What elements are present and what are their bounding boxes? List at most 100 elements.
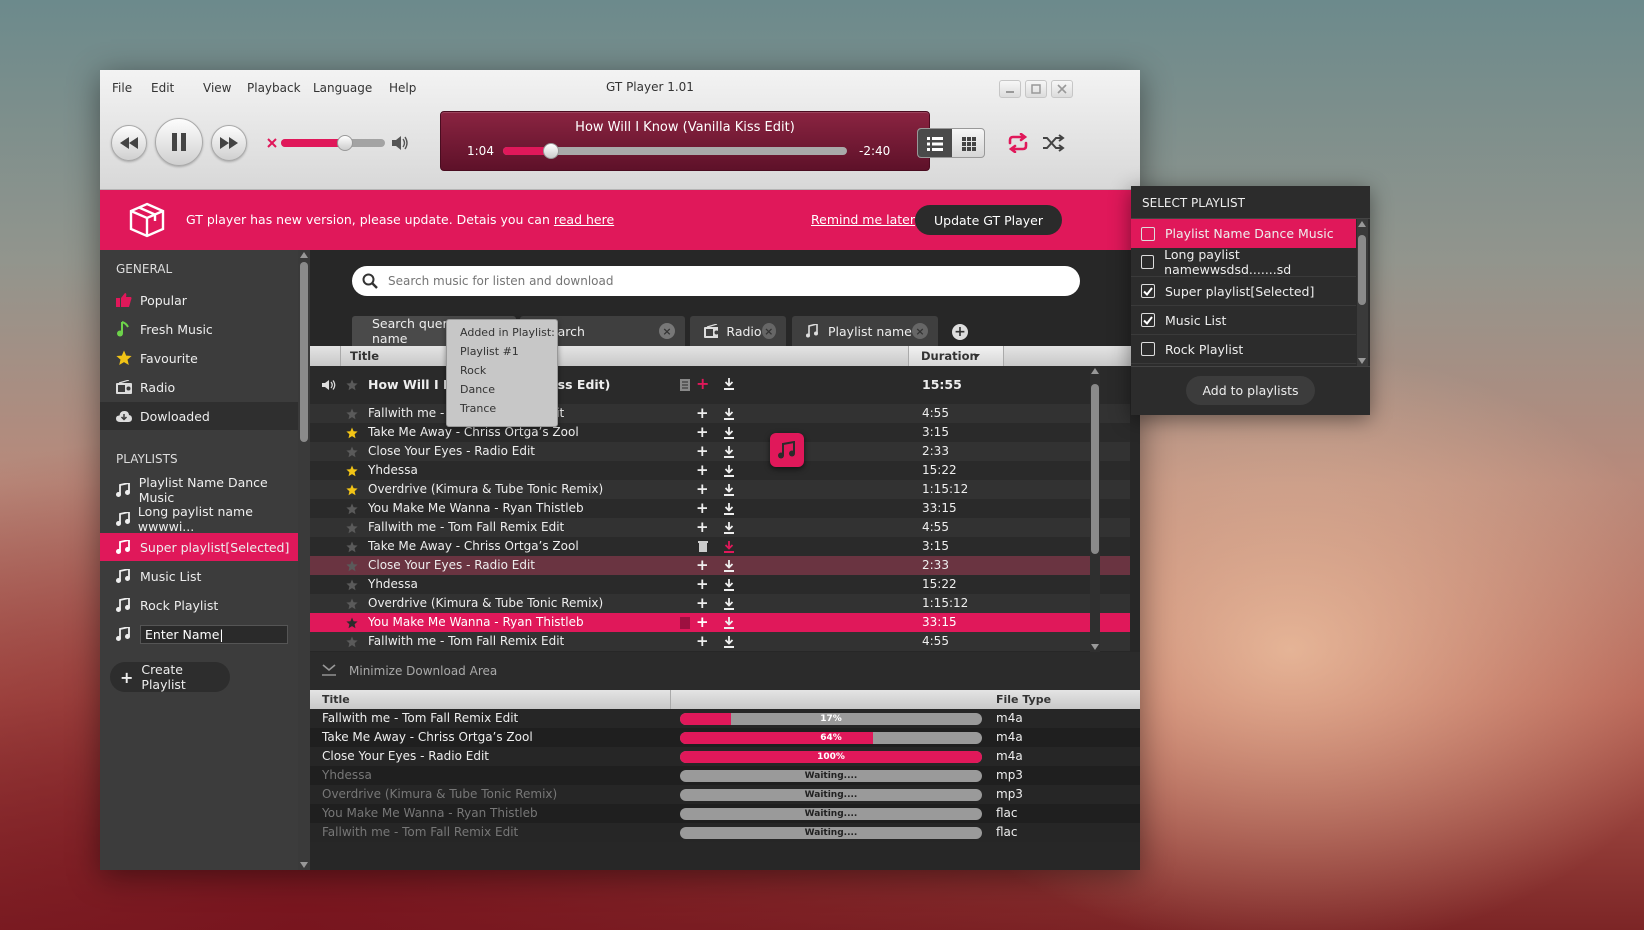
scroll-up-icon[interactable] [300,252,308,258]
add-to-playlists-button[interactable]: Add to playlists [1186,376,1315,405]
download-icon[interactable] [724,541,734,553]
add-to-playlist-button[interactable]: + [696,461,709,480]
sidebar-item-popular[interactable]: Popular [100,286,298,314]
volume-handle[interactable] [337,135,354,151]
add-to-playlist-button[interactable]: + [696,556,709,575]
scroll-down-icon[interactable] [300,862,308,868]
table-row[interactable]: Yhdessa +15:22 [310,575,1130,594]
shuffle-icon[interactable] [1042,133,1066,153]
minimize-window-button[interactable] [999,80,1021,98]
download-icon[interactable] [724,598,734,610]
star-icon[interactable] [346,617,358,629]
select-playlist-item[interactable]: Rock Playlist [1131,335,1356,364]
popup-item[interactable]: Dance [460,383,495,396]
repeat-icon[interactable] [1006,133,1030,153]
sidebar-item-downloaded[interactable]: Dowloaded [100,402,298,430]
menu-edit[interactable]: Edit [151,81,174,95]
table-row[interactable]: You Make Me Wanna - Ryan Thistleb +33:15 [310,613,1130,632]
checkbox[interactable] [1141,255,1155,269]
select-playlist-item[interactable]: Long paylist namewwsdsd.......sd [1131,247,1356,277]
download-icon[interactable] [724,560,734,572]
select-playlist-item[interactable]: Super playlist[Selected] [1131,277,1356,306]
trash-icon[interactable] [698,540,708,552]
add-to-playlist-button[interactable]: + [696,374,709,393]
star-icon[interactable] [346,636,358,648]
scroll-up-icon[interactable] [1091,368,1099,374]
seek-bar[interactable] [503,143,847,159]
download-icon[interactable] [724,427,734,439]
tab-radio[interactable]: Radio × [690,316,786,346]
tab-playlist[interactable]: Playlist name × [792,316,938,346]
column-title[interactable]: Title [350,349,379,363]
close-tab-icon[interactable]: × [659,323,675,339]
add-to-playlist-button[interactable]: + [696,575,709,594]
star-icon[interactable] [346,522,358,534]
add-tab-button[interactable]: + [952,324,968,340]
add-to-playlist-button[interactable]: + [696,404,709,423]
current-track-row[interactable]: How Will I Know (Vanilla Kiss Edit) + 15… [310,366,1130,404]
pause-button[interactable] [155,118,203,166]
sidebar-scrollbar[interactable] [298,250,310,870]
list-icon[interactable] [680,617,690,629]
star-icon[interactable] [346,484,358,496]
download-row[interactable]: Close Your Eyes - Radio Edit 100% m4a [310,747,1140,766]
add-to-playlist-button[interactable]: + [696,480,709,499]
track-list-scroll-thumb[interactable] [1091,384,1099,554]
add-to-playlist-button[interactable]: + [696,423,709,442]
sidebar-item-fresh-music[interactable]: Fresh Music [100,315,298,343]
scroll-up-icon[interactable] [1358,221,1366,227]
checkbox[interactable] [1141,226,1155,241]
sidebar-scroll-thumb[interactable] [300,262,308,442]
table-row[interactable]: Take Me Away - Chriss Ortga’s Zool +3:15 [310,423,1130,442]
checkbox[interactable] [1141,342,1155,356]
close-tab-icon[interactable]: × [761,323,776,339]
star-icon[interactable] [346,579,358,591]
table-row[interactable]: Overdrive (Kimura & Tube Tonic Remix) +1:… [310,594,1130,613]
star-icon[interactable] [346,446,358,458]
add-to-playlist-button[interactable]: + [696,442,709,461]
select-playlist-scrollbar[interactable] [1357,219,1368,366]
download-icon[interactable] [724,408,734,420]
seek-handle[interactable] [543,143,560,159]
sidebar-playlist-item[interactable]: Music List [100,562,298,590]
menu-help[interactable]: Help [389,81,416,95]
checkbox-checked[interactable] [1141,313,1155,327]
menu-language[interactable]: Language [313,81,372,95]
mute-icon[interactable] [267,138,277,148]
download-row[interactable]: Overdrive (Kimura & Tube Tonic Remix) Wai… [310,785,1140,804]
star-icon[interactable] [346,598,358,610]
sidebar-item-radio[interactable]: Radio [100,373,298,401]
download-row[interactable]: You Make Me Wanna - Ryan Thistleb Waiting… [310,804,1140,823]
list-icon[interactable] [680,379,690,391]
remind-later-link[interactable]: Remind me later [811,212,915,227]
sidebar-item-favourite[interactable]: Favourite [100,344,298,372]
table-row[interactable]: Fallwith me - Tom Fall Remix Edit+4:55 [310,632,1130,651]
scroll-down-icon[interactable] [1358,358,1366,364]
download-icon[interactable] [724,503,734,515]
star-icon[interactable] [346,465,358,477]
add-to-playlist-button[interactable]: + [696,499,709,518]
sidebar-playlist-item[interactable]: Rock Playlist [100,591,298,619]
download-icon[interactable] [724,378,734,390]
menu-file[interactable]: File [112,81,132,95]
add-to-playlist-button[interactable]: + [696,613,709,632]
download-row[interactable]: Yhdessa Waiting.... mp3 [310,766,1140,785]
star-icon[interactable] [346,503,358,515]
download-icon[interactable] [724,579,734,591]
grid-view-button[interactable] [952,129,984,157]
download-column-filetype[interactable]: File Type [996,693,1051,706]
sidebar-playlist-item[interactable]: Playlist Name Dance Music [100,475,298,505]
download-area-toggle[interactable]: Minimize Download Area [310,652,1140,690]
star-icon[interactable] [346,560,358,572]
table-row[interactable]: Overdrive (Kimura & Tube Tonic Remix) +1:… [310,480,1130,499]
table-row[interactable]: Fallwith me - Tom Fall Remix Edit+4:55 [310,404,1130,423]
rewind-button[interactable] [111,125,147,161]
download-icon[interactable] [724,484,734,496]
sidebar-playlist-item-selected[interactable]: Super playlist[Selected] [100,533,298,561]
table-row[interactable]: Fallwith me - Tom Fall Remix Edit+4:55 [310,518,1130,537]
new-playlist-name-input[interactable]: Enter Name| [140,624,288,644]
select-playlist-item[interactable]: Playlist Name Dance Music [1131,219,1356,248]
sidebar-playlist-item[interactable]: Long paylist name wwwwi... [100,504,298,534]
star-icon[interactable] [346,541,358,553]
search-input[interactable] [388,274,1028,288]
